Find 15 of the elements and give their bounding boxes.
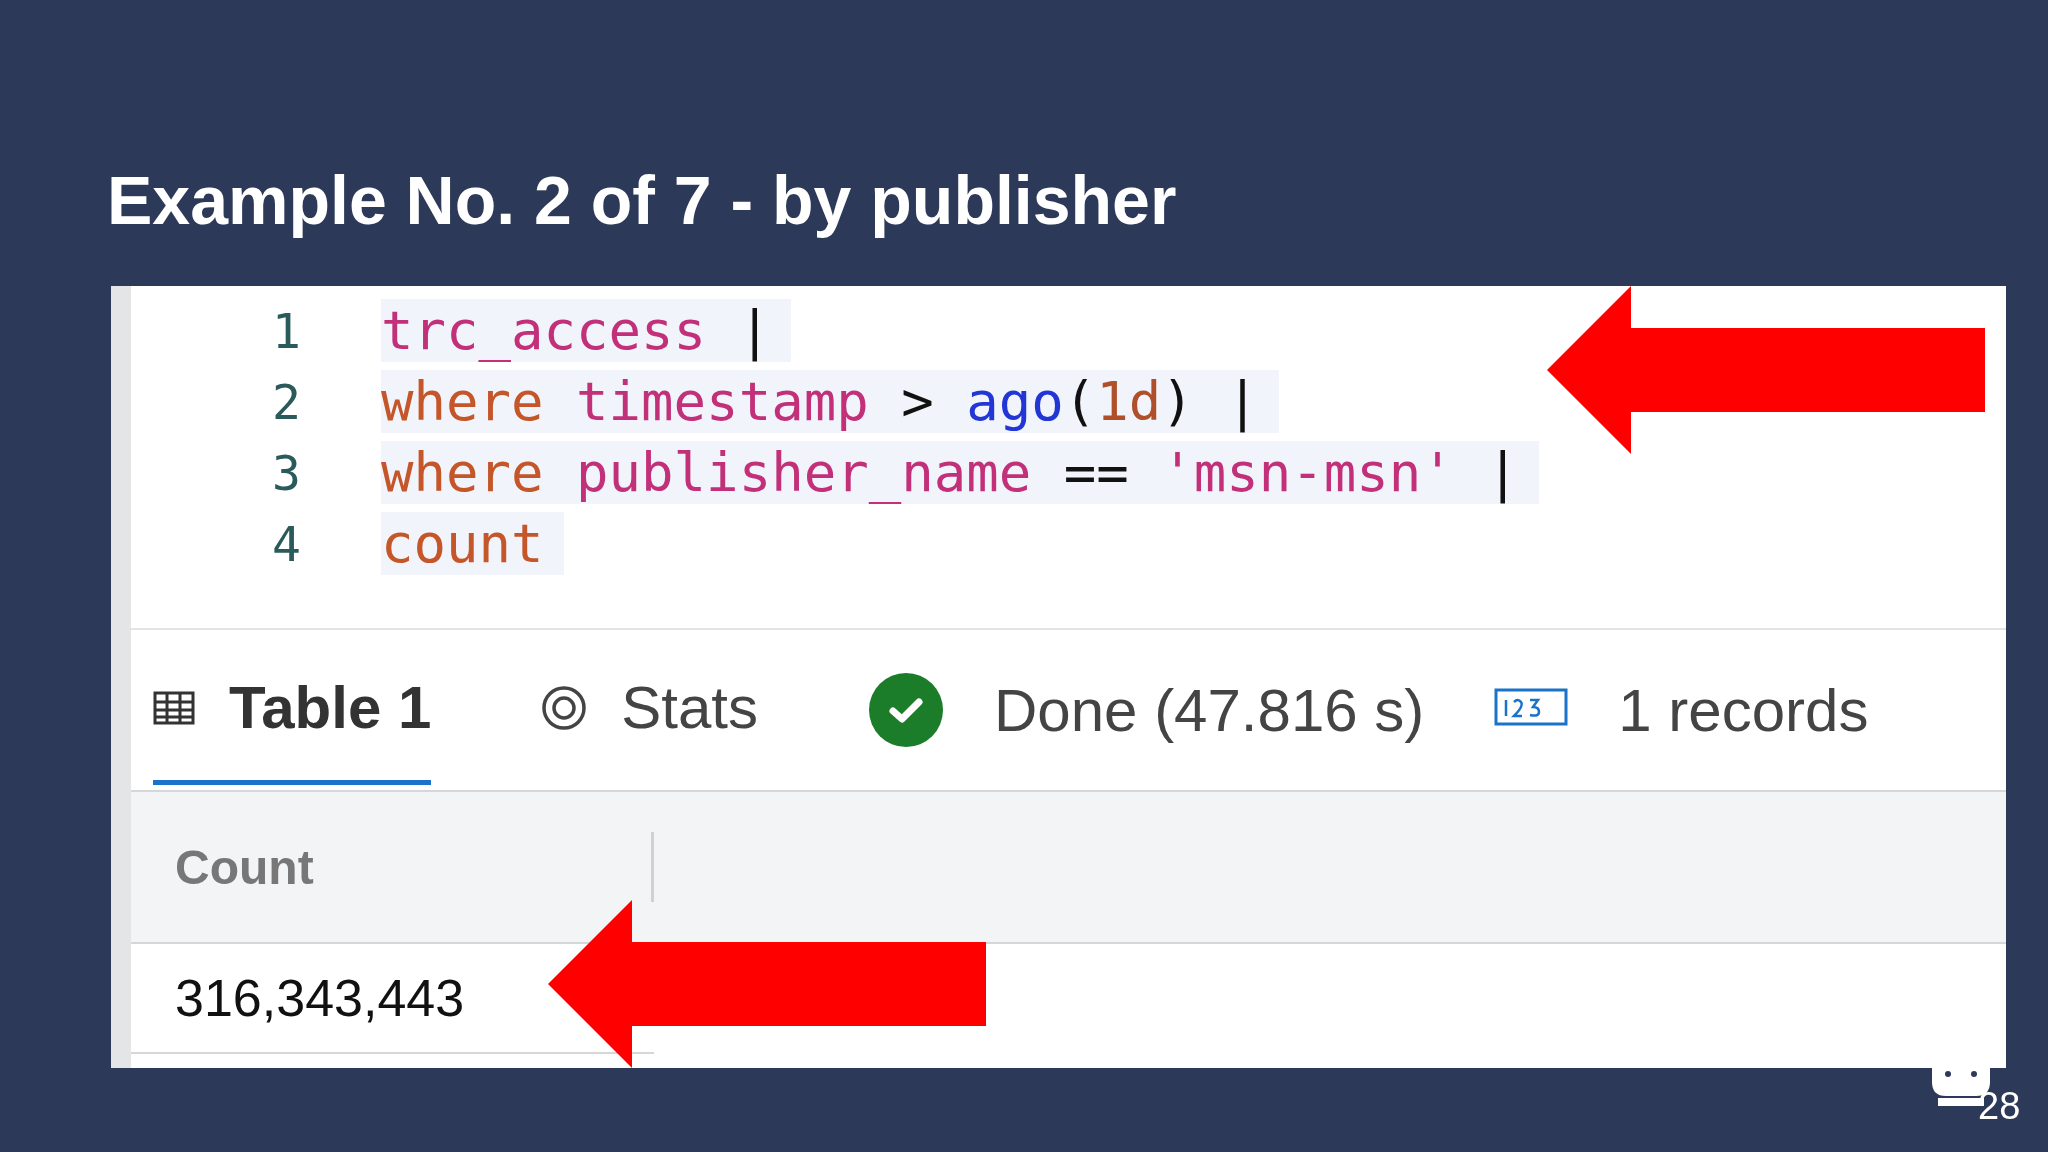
records-count: 1 records <box>1618 675 1869 745</box>
line-number: 4 <box>271 515 301 572</box>
status-text: Done (47.816 s) <box>994 675 1425 745</box>
results-tab[interactable]: Table 1 <box>153 635 432 785</box>
check-circle-icon <box>868 672 945 748</box>
line-number: 1 <box>271 302 301 359</box>
table-icon <box>153 690 195 725</box>
column-header: Count <box>131 832 654 902</box>
slide-title: Example No. 2 of 7 - by publisher <box>107 161 1177 240</box>
table-cell-text: 316,343,443 <box>174 968 465 1028</box>
page-number: 28 <box>1978 1085 2021 1128</box>
line-number: 3 <box>271 444 301 501</box>
results-tab[interactable]: Stats <box>541 635 759 785</box>
donut-icon <box>541 684 588 731</box>
line-number: 2 <box>271 373 301 430</box>
